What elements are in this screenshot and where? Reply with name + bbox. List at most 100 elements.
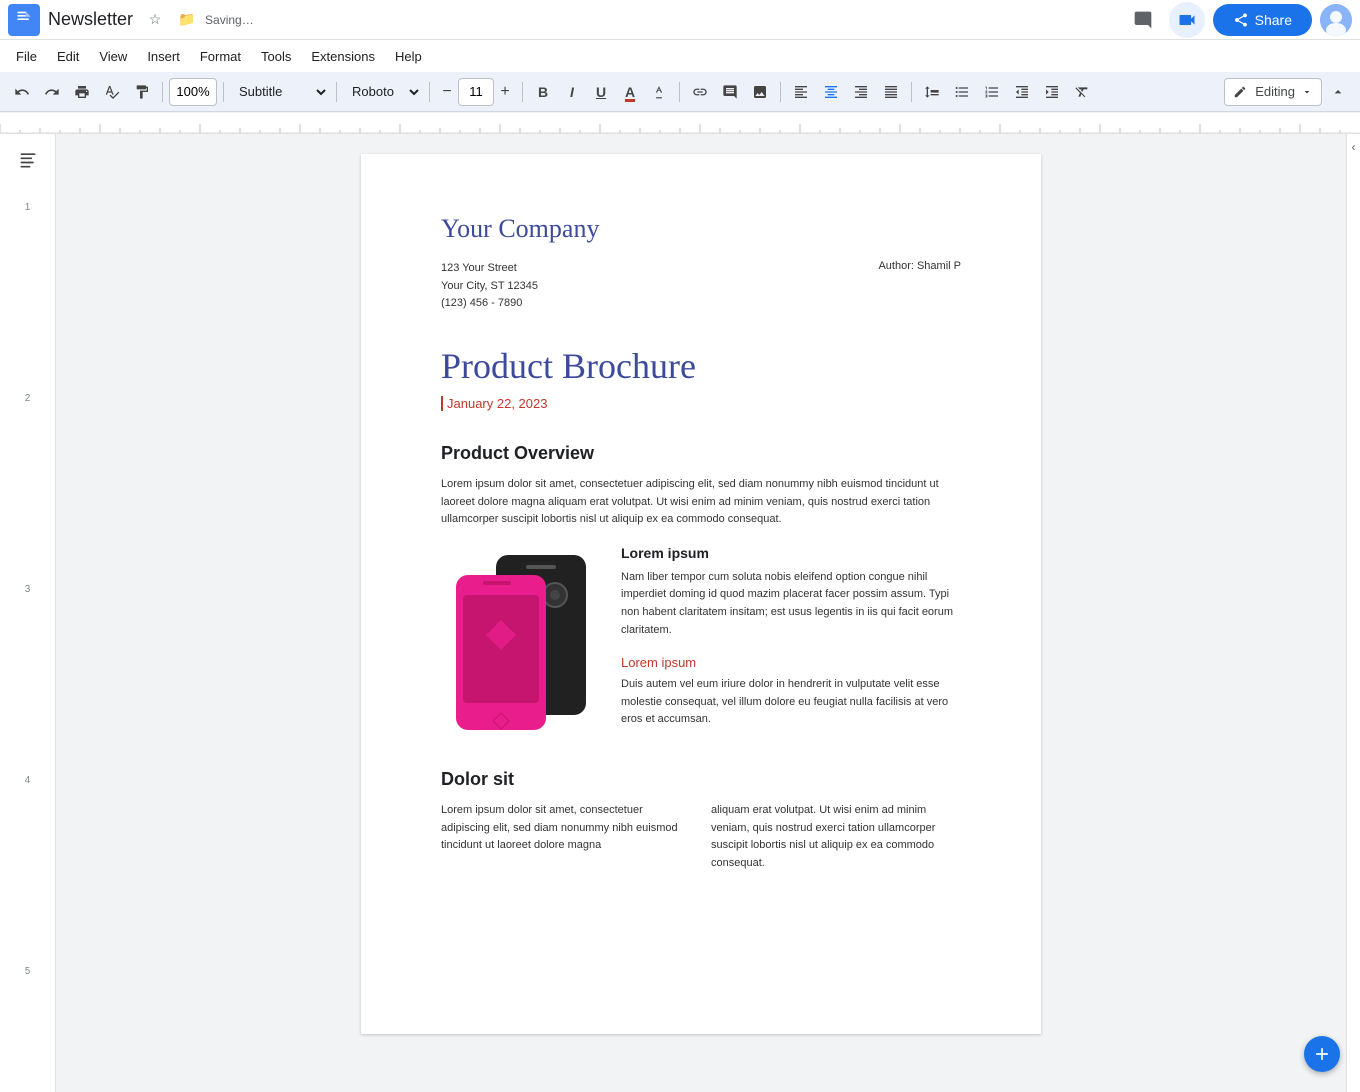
redo-button[interactable] bbox=[38, 78, 66, 106]
dolor-col1: Lorem ipsum dolor sit amet, consectetuer… bbox=[441, 802, 691, 888]
menu-file[interactable]: File bbox=[8, 45, 45, 68]
phone-image bbox=[441, 545, 601, 735]
decrease-font-size[interactable]: − bbox=[436, 78, 458, 106]
separator-2 bbox=[223, 82, 224, 102]
document-date: January 22, 2023 bbox=[441, 396, 961, 411]
document-main-title: Product Brochure bbox=[441, 345, 961, 388]
menu-tools[interactable]: Tools bbox=[253, 45, 299, 68]
page-num-3: 3 bbox=[25, 584, 31, 595]
print-button[interactable] bbox=[68, 78, 96, 106]
link-button[interactable] bbox=[686, 78, 714, 106]
list-ordered-button[interactable] bbox=[978, 78, 1006, 106]
title-icons: ☆ 📁 Saving… bbox=[141, 6, 262, 34]
align-center-button[interactable] bbox=[817, 78, 845, 106]
top-right-controls: Share bbox=[1125, 2, 1352, 38]
separator-1 bbox=[162, 82, 163, 102]
document-page: Your Company 123 Your Street Your City, … bbox=[361, 154, 1041, 1034]
company-name: Your Company bbox=[441, 214, 961, 244]
user-avatar[interactable] bbox=[1320, 4, 1352, 36]
meet-button[interactable] bbox=[1169, 2, 1205, 38]
section1-body: Lorem ipsum dolor sit amet, consectetuer… bbox=[441, 476, 961, 529]
separator-7 bbox=[780, 82, 781, 102]
list-unordered-button[interactable] bbox=[948, 78, 976, 106]
undo-button[interactable] bbox=[8, 78, 36, 106]
separator-8 bbox=[911, 82, 912, 102]
increase-font-size[interactable]: + bbox=[494, 78, 516, 106]
app-icon[interactable] bbox=[8, 4, 40, 36]
editing-mode-button[interactable]: Editing bbox=[1224, 78, 1322, 106]
menu-insert[interactable]: Insert bbox=[139, 45, 188, 68]
separator-4 bbox=[429, 82, 430, 102]
paragraph-style-select[interactable]: Subtitle Normal text Heading 1 Title bbox=[230, 78, 330, 106]
lorem-ipsum-body: Nam liber tempor cum soluta nobis eleife… bbox=[621, 569, 961, 639]
document-area[interactable]: Your Company 123 Your Street Your City, … bbox=[56, 134, 1346, 1092]
two-col-section: Lorem ipsum Nam liber tempor cum soluta … bbox=[441, 545, 961, 745]
bold-button[interactable]: B bbox=[529, 78, 557, 106]
lorem-ipsum-link: Lorem ipsum bbox=[621, 655, 961, 670]
justify-button[interactable] bbox=[877, 78, 905, 106]
comment-inline-button[interactable] bbox=[716, 78, 744, 106]
clear-formatting-button[interactable] bbox=[1068, 78, 1096, 106]
collapse-button[interactable]: ‹ bbox=[1350, 138, 1358, 156]
page-num-2: 2 bbox=[25, 393, 31, 404]
right-collapse-panel: ‹ bbox=[1346, 134, 1360, 1092]
dolor-col1-text: Lorem ipsum dolor sit amet, consectetuer… bbox=[441, 802, 691, 855]
align-left-button[interactable] bbox=[787, 78, 815, 106]
main-area: 1 2 3 4 5 Your Company 123 Your Street Y… bbox=[0, 134, 1360, 1092]
menu-format[interactable]: Format bbox=[192, 45, 249, 68]
menu-bar: File Edit View Insert Format Tools Exten… bbox=[0, 40, 1360, 72]
section1-heading: Product Overview bbox=[441, 443, 961, 464]
align-right-button[interactable] bbox=[847, 78, 875, 106]
address-line1: 123 Your Street bbox=[441, 260, 538, 278]
ruler bbox=[0, 112, 1360, 134]
font-size-input[interactable] bbox=[458, 78, 494, 106]
comments-button[interactable] bbox=[1125, 2, 1161, 38]
dolor-col2: aliquam erat volutpat. Ut wisi enim ad m… bbox=[711, 802, 961, 888]
spellcheck-button[interactable] bbox=[98, 78, 126, 106]
author-text: Author: Shamil P bbox=[878, 260, 961, 313]
text-formatting-group: B I U A bbox=[529, 78, 673, 106]
separator-5 bbox=[522, 82, 523, 102]
menu-edit[interactable]: Edit bbox=[49, 45, 87, 68]
add-button-container bbox=[1304, 1036, 1340, 1072]
outline-icon[interactable] bbox=[10, 142, 46, 178]
menu-extensions[interactable]: Extensions bbox=[303, 45, 383, 68]
text-color-button[interactable]: A bbox=[616, 78, 644, 106]
editing-mode-label: Editing bbox=[1255, 84, 1295, 99]
left-sidebar: 1 2 3 4 5 bbox=[0, 134, 56, 1092]
menu-view[interactable]: View bbox=[91, 45, 135, 68]
share-button[interactable]: Share bbox=[1213, 4, 1312, 36]
image-button[interactable] bbox=[746, 78, 774, 106]
line-spacing-button[interactable] bbox=[918, 78, 946, 106]
dolor-heading: Dolor sit bbox=[441, 769, 961, 790]
menu-help[interactable]: Help bbox=[387, 45, 430, 68]
document-title[interactable]: Newsletter bbox=[48, 9, 133, 30]
separator-6 bbox=[679, 82, 680, 102]
toolbar: Subtitle Normal text Heading 1 Title Rob… bbox=[0, 72, 1360, 112]
italic-button[interactable]: I bbox=[558, 78, 586, 106]
page-num-1: 1 bbox=[25, 202, 31, 213]
folder-icon[interactable]: 📁 bbox=[173, 6, 201, 34]
page-num-5: 5 bbox=[25, 966, 31, 977]
address-line3: (123) 456 - 7890 bbox=[441, 295, 538, 313]
share-label: Share bbox=[1255, 12, 1292, 28]
font-family-select[interactable]: Roboto Arial Georgia bbox=[343, 78, 423, 106]
chevron-up-button[interactable] bbox=[1324, 78, 1352, 106]
indent-decrease-button[interactable] bbox=[1008, 78, 1036, 106]
add-page-button[interactable] bbox=[1304, 1036, 1340, 1072]
separator-3 bbox=[336, 82, 337, 102]
indent-increase-button[interactable] bbox=[1038, 78, 1066, 106]
font-size-control: − + bbox=[436, 78, 516, 106]
dolor-col2-text: aliquam erat volutpat. Ut wisi enim ad m… bbox=[711, 802, 961, 872]
star-icon[interactable]: ☆ bbox=[141, 6, 169, 34]
zoom-input[interactable] bbox=[169, 78, 217, 106]
address-line2: Your City, ST 12345 bbox=[441, 278, 538, 296]
address-block: 123 Your Street Your City, ST 12345 (123… bbox=[441, 260, 961, 313]
lorem-ipsum-link-body: Duis autem vel eum iriure dolor in hendr… bbox=[621, 676, 961, 729]
lorem-ipsum-col: Lorem ipsum Nam liber tempor cum soluta … bbox=[621, 545, 961, 745]
address-left: 123 Your Street Your City, ST 12345 (123… bbox=[441, 260, 538, 313]
underline-button[interactable]: U bbox=[587, 78, 615, 106]
dolor-two-col: Lorem ipsum dolor sit amet, consectetuer… bbox=[441, 802, 961, 888]
paint-format-button[interactable] bbox=[128, 78, 156, 106]
highlight-button[interactable] bbox=[645, 78, 673, 106]
